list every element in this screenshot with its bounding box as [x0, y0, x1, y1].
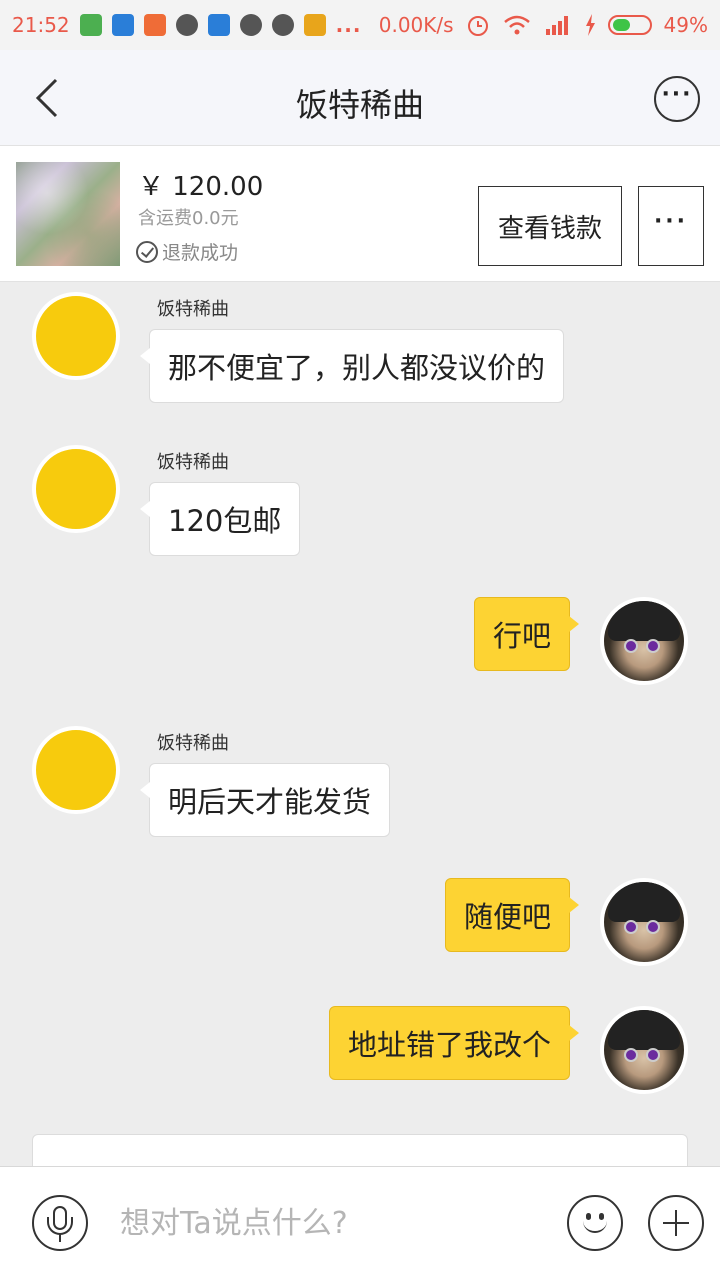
view-money-button[interactable]: 查看钱款 [478, 186, 622, 266]
page-title: 饭特稀曲 [295, 86, 424, 124]
battery-icon [607, 15, 652, 35]
more-options-button[interactable]: ··· [654, 76, 700, 122]
product-card[interactable]: ￥ 120.00 含运费0.0元 退款成功 查看钱款 ··· [0, 146, 720, 282]
notification-app-icon [271, 14, 294, 36]
status-bar: 21:52 ... 0.00K/s 49% [0, 0, 720, 50]
shipping-fee: 含运费0.0元 [138, 208, 239, 229]
more-dots-icon: ··· [661, 82, 693, 107]
outgoing-message-bubble[interactable]: 地址错了我改个 [328, 1006, 580, 1080]
product-thumbnail[interactable] [16, 162, 120, 266]
notification-app-icon [111, 14, 134, 36]
notification-app-icon [175, 14, 198, 36]
avatar-glasses-icon [646, 639, 660, 653]
alarm-icon [467, 16, 488, 36]
chat-header: 饭特稀曲 ··· [0, 50, 720, 146]
avatar-glasses-icon [646, 1048, 660, 1062]
notification-app-icon [239, 14, 262, 36]
seller-avatar[interactable] [32, 292, 120, 380]
input-bar [0, 1166, 720, 1280]
status-right: 0.00K/s 49% [379, 13, 708, 37]
refund-status-label: 退款成功 [162, 242, 239, 264]
check-circle-icon [136, 240, 158, 263]
sender-name: 饭特稀曲 [157, 452, 229, 473]
avatar-glasses-icon [624, 1048, 638, 1062]
voice-input-button[interactable] [32, 1195, 88, 1251]
avatar-glasses-icon [624, 920, 638, 934]
avatar-hair-shape [608, 882, 680, 922]
outgoing-message-bubble[interactable]: 行吧 [473, 597, 580, 671]
message-input[interactable] [120, 1201, 540, 1245]
avatar-hair-shape [608, 1010, 680, 1050]
signal-icon [545, 16, 568, 35]
microphone-stand-shape [47, 1217, 73, 1235]
sender-name: 饭特稀曲 [157, 299, 229, 320]
more-notifications-icon: ... [335, 13, 362, 37]
microphone-base-shape [59, 1234, 61, 1242]
notification-app-icon [207, 14, 230, 36]
clock: 21:52 [12, 13, 70, 37]
incoming-message-bubble[interactable]: 那不便宜了，别人都没议价的 [139, 329, 565, 403]
net-speed: 0.00K/s [378, 13, 454, 37]
smiley-mouth-shape [583, 1219, 607, 1233]
avatar-glasses-icon [624, 639, 638, 653]
avatar-hair-shape [608, 601, 680, 641]
avatar-glasses-icon [646, 920, 660, 934]
my-avatar[interactable] [600, 878, 688, 966]
emoji-button[interactable] [567, 1195, 623, 1251]
plus-button[interactable] [648, 1195, 704, 1251]
my-avatar[interactable] [600, 1006, 688, 1094]
incoming-message-bubble[interactable]: 明后天才能发货 [139, 763, 391, 837]
seller-avatar[interactable] [32, 445, 120, 533]
notification-app-icon [143, 14, 166, 36]
incoming-message-bubble[interactable]: 120包邮 [139, 482, 301, 556]
product-price: ￥ 120.00 [138, 172, 264, 202]
status-left: 21:52 ... [12, 13, 361, 37]
outgoing-message-bubble[interactable]: 随便吧 [444, 878, 580, 952]
charging-icon [585, 14, 595, 36]
sender-name: 饭特稀曲 [157, 733, 229, 754]
battery-percent: 49% [663, 13, 708, 37]
product-more-button[interactable]: ··· [638, 186, 704, 266]
my-avatar[interactable] [600, 597, 688, 685]
refund-status: 退款成功 [136, 238, 238, 265]
notification-app-icon [303, 14, 326, 36]
more-dots-icon: ··· [653, 208, 689, 234]
wifi-icon [503, 15, 530, 35]
notification-app-icon [79, 14, 102, 36]
seller-avatar[interactable] [32, 726, 120, 814]
